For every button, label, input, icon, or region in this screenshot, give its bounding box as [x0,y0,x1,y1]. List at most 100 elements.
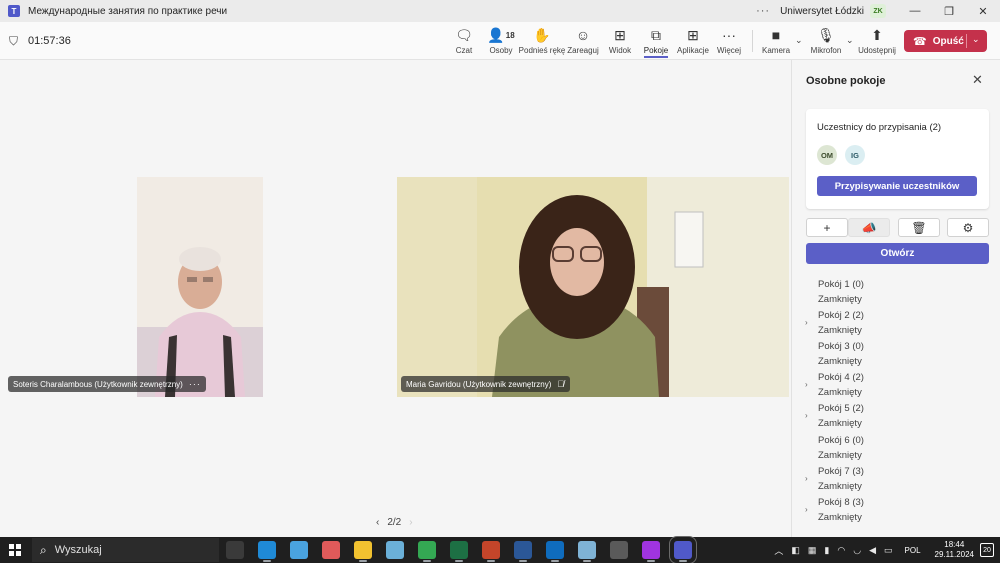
clock[interactable]: 18:44 29.11.2024 [935,540,974,560]
people-button[interactable]: 👤18 Osoby [484,22,518,60]
mic-button[interactable]: 🎙 Mikrofon [809,22,843,60]
more-button[interactable]: ··· Więcej [715,22,743,60]
tray-app-icon[interactable]: ▦ [808,545,817,556]
participant-more-options-icon[interactable]: ··· [189,379,201,389]
apps-button[interactable]: ⊞ Aplikacje [676,22,710,60]
edge-icon[interactable] [258,541,276,562]
raise-hand-button[interactable]: ✋ Podnieś rękę [519,22,566,60]
room-status: Zamknięty [818,512,862,523]
camera-options-chevron-icon[interactable]: ⌄ [795,35,803,46]
network-icon[interactable]: ◠ [837,545,845,556]
window-title: Международные занятия по практике речи [28,5,228,17]
system-tray: ︿ ◧ ▦ ▮ ◠ ◡ ◀ ▭ POL 18:44 29.11.2024 20 [770,537,1000,563]
chat-icon: 🗨 [455,26,473,43]
people-count: 18 [505,30,515,40]
open-rooms-button[interactable]: Otwórz [806,243,989,264]
chrome-icon[interactable] [418,541,436,562]
participant-video[interactable] [397,177,789,397]
expand-chevron-icon[interactable]: › [805,380,808,389]
expand-chevron-icon[interactable]: › [805,474,808,483]
room-name: Pokój 7 [818,466,850,477]
battery-icon[interactable]: ▭ [884,545,893,556]
room-item[interactable]: › Pokój 2 (2) Zamknięty [805,310,988,340]
volume-icon[interactable]: ◀ [869,545,876,556]
room-count: (0) [852,341,864,352]
powerpoint-icon[interactable] [482,541,500,562]
tray-app-icon[interactable]: ◧ [791,545,800,556]
taskbar-search[interactable]: ⌕ Wyszukaj [32,538,219,562]
room-settings-button[interactable]: ⚙ [947,218,989,237]
leave-options-chevron-icon[interactable]: ⌄ [972,34,980,45]
delete-rooms-button[interactable]: 🗑 [898,218,940,237]
view-button[interactable]: ⊞ Widok [606,22,634,60]
notification-badge[interactable]: 20 [980,543,994,557]
minimize-icon[interactable]: — [898,5,932,17]
outlook-icon[interactable] [546,541,564,562]
messenger-icon[interactable] [642,541,660,562]
previous-page-icon[interactable]: ‹ [376,517,379,528]
room-item[interactable]: Pokój 1 (0) Zamknięty [818,279,988,309]
avatar[interactable]: OM [817,145,837,165]
search-placeholder: Wyszukaj [54,544,102,556]
close-icon[interactable]: ✕ [972,72,983,88]
rooms-button[interactable]: ⧉ Pokoje [641,22,671,60]
room-status: Zamknięty [818,294,862,305]
room-count: (2) [852,403,864,414]
wifi-icon[interactable]: ◡ [853,545,861,556]
phone-icon: ☎ [913,35,927,48]
teams-icon[interactable] [669,536,697,563]
react-button[interactable]: ☺ Zareaguj [567,22,599,60]
chat-button[interactable]: 🗨 Czat [451,22,477,60]
room-count: (3) [852,497,864,508]
room-item[interactable]: Pokój 3 (0) Zamknięty [818,341,988,371]
participant-name-tag: Maria Gavridou (Użytkownik zewnętrzny) 🎙… [401,376,571,392]
microphone-icon[interactable]: ▮ [824,545,829,556]
photos-icon[interactable] [290,541,308,559]
room-item[interactable]: Pokój 6 (0) Zamknięty [818,435,988,465]
word-icon[interactable] [514,541,532,562]
close-window-icon[interactable]: ✕ [966,5,1000,18]
org-avatar[interactable]: ZK [870,4,886,18]
restore-icon[interactable]: ❐ [932,5,966,18]
clock-time: 18:44 [944,540,965,549]
task-view-icon[interactable] [226,541,244,559]
announce-button[interactable]: 📣 [848,218,890,237]
room-status: Zamknięty [818,356,862,367]
expand-chevron-icon[interactable]: › [805,318,808,327]
room-status: Zamknięty [818,387,862,398]
expand-chevron-icon[interactable]: › [805,411,808,420]
search-icon: ⌕ [40,542,47,557]
avatar[interactable]: IG [845,145,865,165]
share-button[interactable]: ⬆ Udostępnij [858,22,896,60]
more-options-icon[interactable]: ··· [756,5,770,17]
camera-button[interactable]: ■ Kamera [762,22,790,60]
next-page-icon[interactable]: › [409,517,412,528]
windows-start-icon[interactable] [9,544,21,556]
room-item[interactable]: › Pokój 4 (2) Zamknięty [805,372,988,402]
room-count: (2) [852,372,864,383]
add-room-button[interactable]: + [806,218,848,237]
participant-video[interactable] [137,177,263,397]
excel-icon[interactable] [450,541,468,562]
chevron-up-icon[interactable]: ︿ [774,544,783,557]
expand-chevron-icon[interactable]: › [805,505,808,514]
room-name: Pokój 5 [818,403,850,414]
file-explorer-icon[interactable] [354,541,372,562]
snip-icon[interactable] [386,541,404,559]
mic-options-chevron-icon[interactable]: ⌄ [846,35,854,46]
room-status: Zamknięty [818,418,862,429]
paint-icon[interactable] [322,541,340,559]
hand-icon: ✋ [533,26,551,43]
room-item[interactable]: › Pokój 5 (2) Zamknięty [805,403,988,433]
share-icon: ⬆ [871,26,883,43]
room-item[interactable]: › Pokój 7 (3) Zamknięty [805,466,988,496]
delete-icon: 🗑 [911,220,927,235]
leave-button[interactable]: ☎ Opuść ⌄ [904,30,987,52]
room-name: Pokój 2 [818,310,850,321]
calculator-icon[interactable] [610,541,628,559]
notes-icon[interactable] [578,541,596,562]
room-item[interactable]: › Pokój 8 (3) Zamknięty [805,497,988,527]
language-indicator[interactable]: POL [905,546,921,555]
assign-participants-button[interactable]: Przypisywanie uczestników [817,176,977,196]
organization-name[interactable]: Uniwersytet Łódzki [780,6,864,17]
